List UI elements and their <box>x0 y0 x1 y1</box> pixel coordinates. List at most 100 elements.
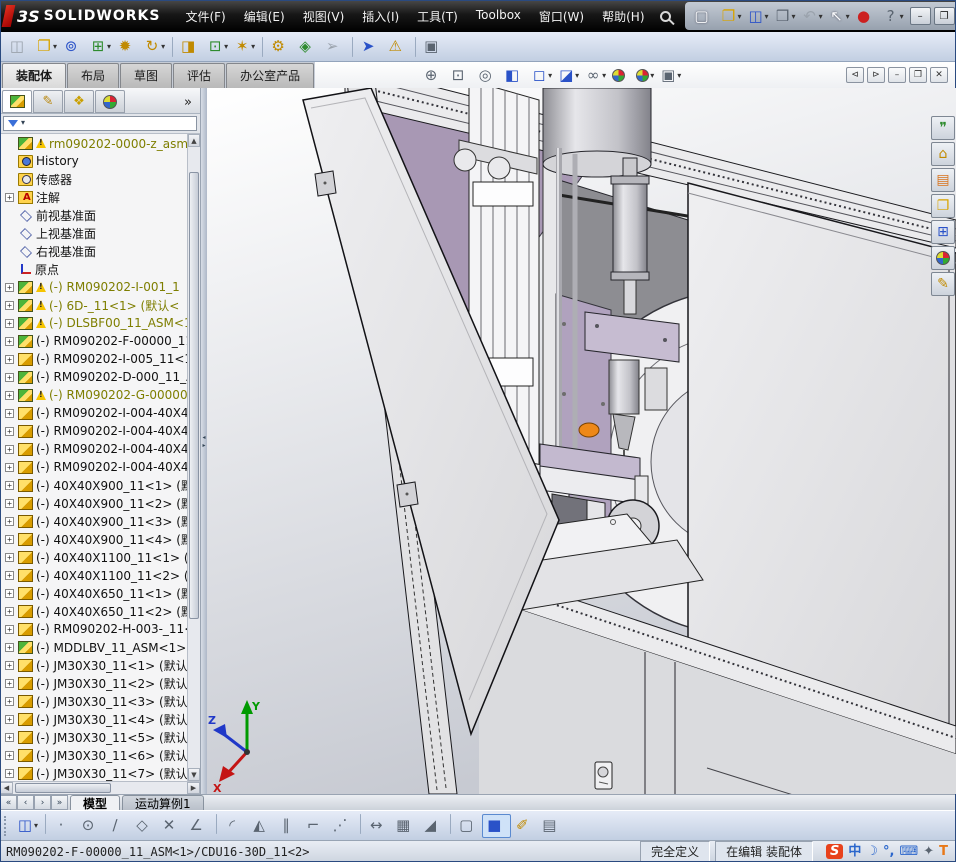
scrollbar-thumb[interactable] <box>15 783 111 793</box>
toolbar-icon[interactable]: ▾ <box>262 36 264 57</box>
resources-home-icon[interactable]: ⌂ <box>931 142 955 166</box>
soft-keyboard-icon[interactable]: ⌨ <box>899 845 918 858</box>
offset-entities-icon[interactable]: ∥▾ <box>275 814 302 838</box>
measure-icon[interactable]: ✐▾ <box>511 814 538 838</box>
expander-icon[interactable]: + <box>5 606 14 616</box>
view-orientation-icon[interactable]: ◻ ▾ <box>528 64 555 86</box>
tree-item[interactable]: + 传感器 <box>0 170 187 188</box>
expander-icon[interactable]: + <box>5 516 14 526</box>
motion-start-button[interactable]: « <box>0 795 17 810</box>
new-document-icon[interactable]: ▢▾ <box>691 4 718 28</box>
insert-components-icon[interactable]: ◫▾ <box>6 35 33 59</box>
tree-item[interactable]: + (-) 40X40X900_11<4> (默 <box>0 530 187 548</box>
tree-item[interactable]: + (-) 6D-_11<1> (默认< <box>0 296 187 314</box>
tree-item[interactable]: + (-) RM090202-I-004-40X4 <box>0 458 187 476</box>
tree-item[interactable]: + (-) RM090202-I-004-40X4 <box>0 440 187 458</box>
mate-icon[interactable]: ⊚▾ <box>60 35 87 59</box>
door-handle[interactable] <box>594 761 613 790</box>
propertymanager-tab[interactable]: ✎ <box>33 90 63 113</box>
open-document-icon[interactable]: ❐ ▾ <box>718 4 745 28</box>
expander-icon[interactable]: + <box>5 498 14 508</box>
expander-icon[interactable]: + <box>5 300 14 310</box>
tree-vertical-scrollbar[interactable]: ▲ ▼ <box>187 134 200 781</box>
expander-icon[interactable]: + <box>5 678 14 688</box>
motion-tab[interactable]: 运动算例1 <box>122 795 204 811</box>
expander-icon[interactable]: + <box>5 462 14 472</box>
save-icon[interactable]: ◫ ▾ <box>14 814 41 838</box>
expander-icon[interactable]: + <box>5 336 14 346</box>
ime-toolbox-icon[interactable]: ✦ <box>923 845 934 858</box>
menu-item[interactable]: 编辑(E) <box>235 4 294 29</box>
tree-item[interactable]: + 上视基准面 <box>0 224 187 242</box>
tree-item[interactable]: + 原点 <box>0 260 187 278</box>
construction-geometry-icon[interactable]: ⋰▾ <box>329 814 356 838</box>
tree-item[interactable]: + (-) RM090202-F-00000_11 <box>0 332 187 350</box>
tree-item[interactable]: + (-) 40X40X900_11<2> (默 <box>0 494 187 512</box>
scroll-up-icon[interactable]: ▲ <box>188 134 200 147</box>
tree-horizontal-scrollbar[interactable]: ◀ ▶ <box>0 781 200 794</box>
motion-end-button[interactable]: » <box>51 795 68 810</box>
expander-icon[interactable]: + <box>5 480 14 490</box>
tree-item[interactable]: + (-) JM30X30_11<6> (默认 <box>0 746 187 764</box>
expander-icon[interactable]: + <box>5 732 14 742</box>
menu-item[interactable]: Toolbox <box>467 4 530 29</box>
menu-item[interactable]: 工具(T) <box>408 4 467 29</box>
expander-icon[interactable]: + <box>5 588 14 598</box>
search-icon[interactable] <box>659 10 671 22</box>
scrollbar-thumb[interactable] <box>189 171 199 619</box>
tree-item[interactable]: + (-) JM30X30_11<4> (默认 <box>0 710 187 728</box>
doc-minimize-button[interactable]: – <box>888 67 906 83</box>
section-view-icon[interactable]: ◧▾ <box>501 64 528 86</box>
menu-item[interactable]: 帮助(H) <box>593 4 653 29</box>
expander-icon[interactable]: + <box>5 696 14 706</box>
toolbar-icon[interactable]: ▾ <box>360 813 362 834</box>
expander-icon[interactable]: + <box>5 750 14 760</box>
save-icon[interactable]: ◫ ▾ <box>745 4 772 28</box>
assembly-xpert-icon[interactable]: ⚠▾ <box>384 35 411 59</box>
file-explorer-icon[interactable]: ❐ <box>931 194 955 218</box>
restore-button[interactable]: ❐ <box>933 7 955 25</box>
toolbar-icon[interactable]: ▾ <box>352 36 354 57</box>
toolbar-icon[interactable]: ▾ <box>45 813 47 834</box>
featuremanager-tab[interactable] <box>2 90 32 113</box>
panel-overflow-button[interactable]: » <box>178 95 198 113</box>
motion-next-button[interactable]: › <box>34 795 51 810</box>
tree-item[interactable]: + 注解 <box>0 188 187 206</box>
exploded-view-icon[interactable]: ⚙▾ <box>267 35 294 59</box>
appearances-scenes-icon[interactable] <box>931 246 955 270</box>
apply-scene-icon[interactable]: ▾ <box>633 64 657 86</box>
pane-left-button[interactable]: ⊲ <box>846 67 864 83</box>
tree-item[interactable]: + (-) JM30X30_11<3> (默认 <box>0 692 187 710</box>
tree-item[interactable]: + (-) DLSBF00_11_ASM<1 <box>0 314 187 332</box>
tree-item[interactable]: + (-) 40X40X650_11<2> (默 <box>0 602 187 620</box>
tree-item[interactable]: + History <box>0 152 187 170</box>
expander-icon[interactable]: + <box>5 426 14 436</box>
tree-item[interactable]: + rm090202-0000-z_asm (默 <box>0 134 187 152</box>
toolbar-grip[interactable] <box>4 815 8 836</box>
model-view[interactable]: Y Z X <box>207 88 956 794</box>
table-icon[interactable]: ▤▾ <box>538 814 565 838</box>
doc-close-button[interactable]: ✕ <box>930 67 948 83</box>
tree-item[interactable]: + (-) JM30X30_11<2> (默认 <box>0 674 187 692</box>
doc-restore-button[interactable]: ❐ <box>909 67 927 83</box>
expander-icon[interactable]: + <box>5 552 14 562</box>
motion-prev-button[interactable]: ‹ <box>17 795 34 810</box>
wireframe-display-icon[interactable]: ▢▾ <box>455 814 482 838</box>
select-icon[interactable]: ↖ ▾ <box>826 4 853 28</box>
tree-item[interactable]: + (-) RM090202-H-003-_11< <box>0 620 187 638</box>
solidworks-resources-icon[interactable]: ❞ <box>931 116 955 140</box>
expander-icon[interactable]: + <box>5 408 14 418</box>
zoom-to-selection-icon[interactable]: ◎▾ <box>474 64 501 86</box>
expander-icon[interactable]: + <box>5 534 14 544</box>
grid-snap-icon[interactable]: ▦▾ <box>392 814 419 838</box>
tree-item[interactable]: + (-) JM30X30_11<1> (默认 <box>0 656 187 674</box>
tree-item[interactable]: + (-) JM30X30_11<5> (默认 <box>0 728 187 746</box>
expander-icon[interactable]: + <box>5 444 14 454</box>
selection-filter-icon[interactable]: ●▾ <box>853 4 880 28</box>
expander-icon[interactable]: + <box>5 390 14 400</box>
toolbar-icon[interactable]: ▾ <box>216 813 218 834</box>
design-library-icon[interactable]: ▤ <box>931 168 955 192</box>
scroll-right-icon[interactable]: ▶ <box>187 782 200 794</box>
toolbar-icon[interactable]: ▾ <box>172 36 174 57</box>
shaded-display-icon[interactable]: ■▾ <box>482 813 512 838</box>
